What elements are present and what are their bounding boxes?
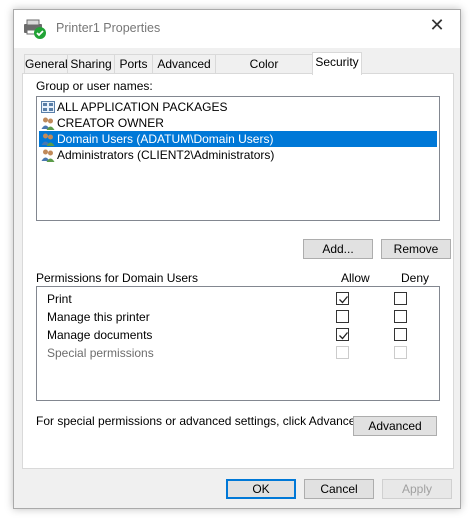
- tab-color-management[interactable]: Color Management: [215, 54, 313, 89]
- allow-special-checkbox: [336, 346, 349, 359]
- deny-header: Deny: [401, 271, 430, 285]
- tab-strip: General Sharing Ports Advanced Color Man…: [22, 52, 454, 89]
- allow-manage-documents-checkbox[interactable]: [336, 328, 349, 341]
- users-icon: [41, 149, 55, 162]
- packages-icon: [41, 101, 55, 113]
- remove-button[interactable]: Remove: [381, 239, 451, 259]
- deny-manage-printer-checkbox[interactable]: [394, 310, 407, 323]
- perm-manage-documents-label: Manage documents: [47, 328, 153, 342]
- list-item-label: ALL APPLICATION PACKAGES: [57, 100, 228, 114]
- perm-manage-printer-label: Manage this printer: [47, 310, 150, 324]
- cancel-button[interactable]: Cancel: [304, 479, 374, 499]
- deny-special-checkbox: [394, 346, 407, 359]
- allow-manage-printer-checkbox[interactable]: [336, 310, 349, 323]
- deny-print-checkbox[interactable]: [394, 292, 407, 305]
- title-bar: Printer1 Properties ✕: [14, 10, 460, 48]
- list-item-label: Administrators (CLIENT2\Administrators): [57, 148, 275, 162]
- advanced-button[interactable]: Advanced: [353, 416, 437, 436]
- advanced-hint-text: For special permissions or advanced sett…: [36, 414, 366, 428]
- tab-ports[interactable]: Ports: [114, 54, 153, 74]
- ok-button[interactable]: OK: [226, 479, 296, 499]
- window-title: Printer1 Properties: [56, 21, 161, 35]
- close-button[interactable]: ✕: [414, 10, 460, 40]
- close-icon: ✕: [429, 14, 445, 35]
- perm-special-label: Special permissions: [47, 346, 154, 360]
- users-icon: [41, 117, 55, 130]
- checkmark-icon: [339, 296, 348, 304]
- apply-button: Apply: [382, 479, 452, 499]
- permissions-list: Print Manage this printer Manage documen…: [36, 286, 440, 401]
- group-names-label: Group or user names:: [36, 79, 153, 93]
- checkmark-icon: [339, 332, 348, 340]
- allow-header: Allow: [341, 271, 370, 285]
- list-item-creator-owner[interactable]: CREATOR OWNER: [39, 115, 437, 131]
- properties-dialog: Printer1 Properties ✕ General Sharing Po…: [13, 9, 461, 509]
- security-panel: Group or user names: ALL APPLICATION PAC…: [22, 73, 454, 469]
- list-item-administrators[interactable]: Administrators (CLIENT2\Administrators): [39, 147, 437, 163]
- printer-icon: [24, 19, 46, 39]
- list-item-all-application-packages[interactable]: ALL APPLICATION PACKAGES: [39, 99, 437, 115]
- allow-print-checkbox[interactable]: [336, 292, 349, 305]
- perm-print-label: Print: [47, 292, 72, 306]
- users-icon: [41, 133, 55, 146]
- list-item-domain-users[interactable]: Domain Users (ADATUM\Domain Users): [39, 131, 437, 147]
- list-item-label: Domain Users (ADATUM\Domain Users): [57, 132, 274, 146]
- permissions-label: Permissions for Domain Users: [36, 271, 199, 285]
- tab-advanced[interactable]: Advanced: [152, 54, 216, 74]
- add-button[interactable]: Add...: [303, 239, 373, 259]
- tab-sharing[interactable]: Sharing: [67, 54, 115, 74]
- list-item-label: CREATOR OWNER: [57, 116, 164, 130]
- deny-manage-documents-checkbox[interactable]: [394, 328, 407, 341]
- tab-security[interactable]: Security: [312, 52, 362, 75]
- group-names-list[interactable]: ALL APPLICATION PACKAGES CREATOR OWNER D…: [36, 96, 440, 221]
- tab-general[interactable]: General: [24, 54, 68, 74]
